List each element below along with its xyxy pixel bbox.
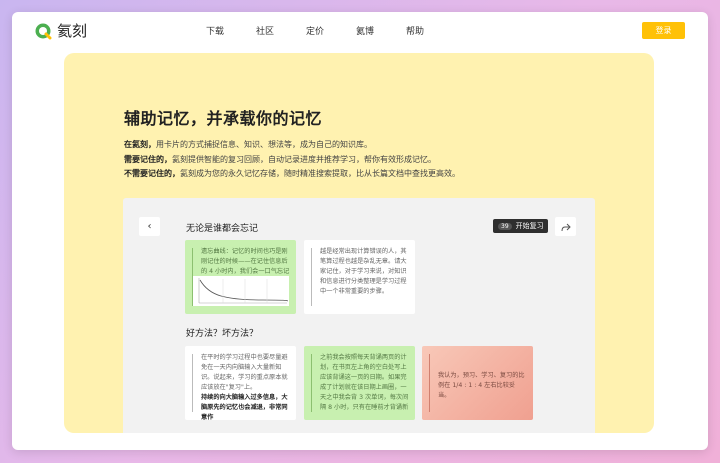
desc-line-3: 不需要记住的，氦刻成为您的永久记忆存储，随时精准搜索提取，比从长篇文档中查找更高… [124,167,460,182]
logo-text: 氦刻 [57,22,88,40]
nav-link-community[interactable]: 社区 [240,24,290,37]
desc-line-2: 需要记住的，氦刻提供智能的复习回顾，自动记录进度并推荐学习，帮你有效形成记忆。 [124,153,460,168]
back-button[interactable]: ‹ [139,217,160,236]
hero-title: 辅助记忆，并承载你的记忆 [124,109,323,128]
desc-line-3-bold: 不需要记住的， [124,169,180,178]
login-button[interactable]: 登录 [642,22,685,39]
card-classification[interactable]: 越是经常出现计算错误的人，其笔算过程也越是杂乱无章。请大家记住，对于学习来说，对… [304,240,415,314]
card-text: 遗忘曲线：记忆的时间也巧是刚刚记住的时候——在记住信息后的 4 小时内，我们会一… [201,248,290,275]
card-forgetting-curve[interactable]: 遗忘曲线：记忆的时间也巧是刚刚记住的时候——在记住信息后的 4 小时内，我们会一… [185,240,296,314]
desc-line-1-text: 用卡片的方式捕捉信息、知识、想法等，成为自己的知识库。 [156,140,372,149]
hero-description: 在氦刻，用卡片的方式捕捉信息、知识、想法等，成为自己的知识库。 需要记住的，氦刻… [124,138,460,182]
review-count-badge: 39 [498,222,512,230]
card-text: 之前我会按照每天背诵两页的计划，在书页左上角的空白处写上应该背诵这一页的日期。如… [320,354,409,411]
desc-line-1: 在氦刻，用卡片的方式捕捉信息、知识、想法等，成为自己的知识库。 [124,138,460,153]
desc-line-2-text: 氦刻提供智能的复习回顾，自动记录进度并推荐学习，帮你有效形成记忆。 [172,154,436,164]
browser-window: 氦刻 下载 社区 定价 氦博 帮助 登录 辅助记忆，并承载你的记忆 在氦刻，用卡… [12,12,708,450]
hero-section: 辅助记忆，并承载你的记忆 在氦刻，用卡片的方式捕捉信息、知识、想法等，成为自己的… [64,53,654,433]
card-vocab-plan[interactable]: 之前我会按照每天背诵两页的计划，在书页左上角的空白处写上应该背诵这一页的日期。如… [304,346,415,420]
share-button[interactable] [555,217,576,236]
logo[interactable]: 氦刻 [34,20,87,41]
forgetting-curve-chart [193,276,289,306]
chevron-left-icon: ‹ [147,221,152,232]
card-text: 在平时的学习过程中也要尽量避免在一天内向脑输入大量新知识。说起来，学习的重点原本… [201,354,288,391]
section-title-forget: 无论是谁都会忘记 [186,224,259,234]
card-text: 越是经常出现计算错误的人，其笔算过程也越是杂乱无章。请大家记住，对于学习来说，对… [320,248,407,295]
nav-link-blog[interactable]: 氦博 [340,24,390,37]
card-emphasis-text: 持续的向大脑输入过多信息，大脑原先的记忆也会减退，非常同意作 [201,394,288,420]
nav-link-download[interactable]: 下载 [190,24,240,37]
desc-line-3-text: 氦刻成为您的永久记忆存储，随时精准搜索提取，比从长篇文档中查找更高效。 [180,169,460,178]
card-ratio[interactable]: 我认为，预习、学习、复习的比例在 1/4 : 1 : 4 左右比较妥当。 [422,346,533,420]
app-mockup: ‹ 无论是谁都会忘记 39 开始复习 遗忘曲线：记忆的时间也巧是刚刚记住的时候—… [123,198,595,433]
desc-line-1-bold: 在氦刻， [124,140,156,149]
top-nav: 氦刻 下载 社区 定价 氦博 帮助 登录 [12,12,708,50]
card-review-focus[interactable]: 在平时的学习过程中也要尽量避免在一天内向脑输入大量新知识。说起来，学习的重点原本… [185,346,296,420]
desc-line-2-bold: 需要记住的， [124,154,172,164]
review-label: 开始复习 [515,222,544,230]
nav-links: 下载 社区 定价 氦博 帮助 [190,24,440,37]
start-review-button[interactable]: 39 开始复习 [493,219,548,233]
nav-link-pricing[interactable]: 定价 [290,24,340,37]
card-text: 我认为，预习、学习、复习的比例在 1/4 : 1 : 4 左右比较妥当。 [438,372,525,399]
section-title-methods: 好方法？坏方法？ [186,329,259,339]
nav-link-help[interactable]: 帮助 [390,24,440,37]
share-icon [561,217,571,236]
logo-icon [34,22,52,40]
